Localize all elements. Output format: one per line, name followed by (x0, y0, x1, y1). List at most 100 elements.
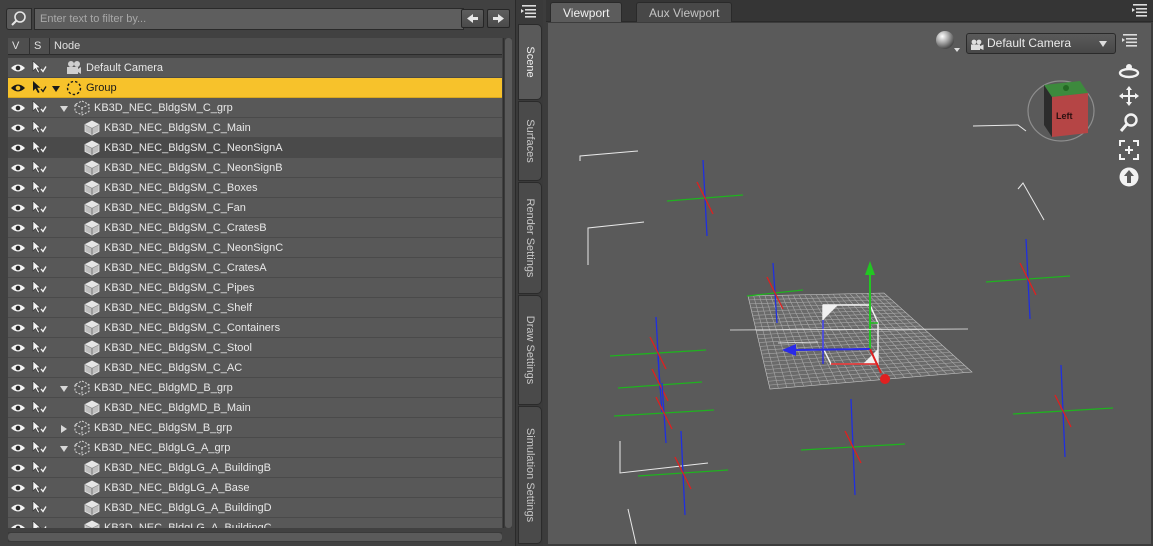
select-arrow-icon[interactable] (31, 140, 47, 154)
tree-row[interactable]: KB3D_NEC_BldgSM_C_Pipes (8, 278, 502, 298)
expand-arrow-icon[interactable] (60, 384, 68, 392)
sphere-icon[interactable] (934, 29, 962, 57)
select-arrow-icon[interactable] (31, 80, 47, 94)
zoom-icon[interactable] (1118, 112, 1140, 134)
pane-menu-icon[interactable] (1122, 33, 1138, 47)
collapse-arrow-icon[interactable] (60, 424, 68, 433)
eye-icon[interactable] (10, 483, 26, 493)
select-arrow-icon[interactable] (31, 200, 47, 214)
vertical-scrollbar[interactable] (503, 38, 512, 528)
tab-render-settings[interactable]: Render Settings (518, 182, 542, 294)
filter-input[interactable] (34, 8, 464, 30)
eye-icon[interactable] (10, 203, 26, 213)
expand-arrow-icon[interactable] (52, 84, 60, 92)
tree-row[interactable]: KB3D_NEC_BldgSM_C_NeonSignB (8, 158, 502, 178)
pan-icon[interactable] (1118, 85, 1140, 107)
select-arrow-icon[interactable] (31, 240, 47, 254)
tab-viewport[interactable]: Viewport (550, 2, 623, 22)
tab-simulation-settings[interactable]: Simulation Settings (518, 406, 542, 544)
select-arrow-icon[interactable] (31, 360, 47, 374)
tree-row[interactable]: KB3D_NEC_BldgLG_A_BuildingD (8, 498, 502, 518)
scrollbar-thumb[interactable] (8, 533, 502, 541)
select-arrow-icon[interactable] (31, 380, 47, 394)
reset-icon[interactable] (1118, 166, 1140, 188)
eye-icon[interactable] (10, 383, 26, 393)
eye-icon[interactable] (10, 343, 26, 353)
eye-icon[interactable] (10, 303, 26, 313)
expand-arrow-icon[interactable] (60, 104, 68, 112)
eye-icon[interactable] (10, 143, 26, 153)
tree-row[interactable]: KB3D_NEC_BldgSM_C_NeonSignA (8, 138, 502, 158)
select-arrow-icon[interactable] (31, 220, 47, 234)
viewport-canvas[interactable]: Default Camera Left (548, 23, 1151, 544)
column-node[interactable]: Node (50, 38, 502, 55)
tree-row[interactable]: KB3D_NEC_BldgSM_C_AC (8, 358, 502, 378)
eye-icon[interactable] (10, 63, 26, 73)
view-cube[interactable]: Left (1026, 71, 1096, 151)
tree-row[interactable]: KB3D_NEC_BldgSM_C_Fan (8, 198, 502, 218)
eye-icon[interactable] (10, 123, 26, 133)
tree-row[interactable]: KB3D_NEC_BldgSM_C_CratesB (8, 218, 502, 238)
eye-icon[interactable] (10, 163, 26, 173)
select-arrow-icon[interactable] (31, 420, 47, 434)
tree-row[interactable]: KB3D_NEC_BldgSM_C_CratesA (8, 258, 502, 278)
camera-select[interactable]: Default Camera (966, 33, 1116, 54)
tab-aux-viewport[interactable]: Aux Viewport (636, 2, 733, 22)
select-arrow-icon[interactable] (31, 180, 47, 194)
column-visible[interactable]: V (8, 38, 30, 55)
eye-icon[interactable] (10, 103, 26, 113)
pane-menu-icon[interactable] (1132, 3, 1148, 17)
expand-arrow-icon[interactable] (60, 444, 68, 452)
tree-row[interactable]: KB3D_NEC_BldgLG_A_Base (8, 478, 502, 498)
tab-draw-settings[interactable]: Draw Settings (518, 295, 542, 405)
select-arrow-icon[interactable] (31, 120, 47, 134)
tree-row[interactable]: KB3D_NEC_BldgSM_C_Containers (8, 318, 502, 338)
select-arrow-icon[interactable] (31, 260, 47, 274)
arrow-left-icon[interactable] (461, 9, 484, 28)
select-arrow-icon[interactable] (31, 500, 47, 514)
select-arrow-icon[interactable] (31, 400, 47, 414)
select-arrow-icon[interactable] (31, 320, 47, 334)
eye-icon[interactable] (10, 443, 26, 453)
eye-icon[interactable] (10, 423, 26, 433)
horizontal-scrollbar[interactable] (8, 532, 502, 542)
search-icon[interactable] (6, 8, 32, 30)
eye-icon[interactable] (10, 263, 26, 273)
select-arrow-icon[interactable] (31, 280, 47, 294)
tree-row[interactable]: Default Camera (8, 58, 502, 78)
tree-row[interactable]: KB3D_NEC_BldgSM_C_Boxes (8, 178, 502, 198)
eye-icon[interactable] (10, 223, 26, 233)
tree-row[interactable]: KB3D_NEC_BldgLG_A_grp (8, 438, 502, 458)
eye-icon[interactable] (10, 283, 26, 293)
tab-surfaces[interactable]: Surfaces (518, 101, 542, 181)
orbit-icon[interactable] (1118, 60, 1140, 82)
select-arrow-icon[interactable] (31, 460, 47, 474)
tree-row[interactable]: KB3D_NEC_BldgSM_C_Shelf (8, 298, 502, 318)
select-arrow-icon[interactable] (31, 520, 47, 528)
tree-row[interactable]: KB3D_NEC_BldgSM_C_NeonSignC (8, 238, 502, 258)
eye-icon[interactable] (10, 183, 26, 193)
select-arrow-icon[interactable] (31, 160, 47, 174)
select-arrow-icon[interactable] (31, 100, 47, 114)
eye-icon[interactable] (10, 463, 26, 473)
tree-row[interactable]: KB3D_NEC_BldgSM_C_Stool (8, 338, 502, 358)
tree-row[interactable]: KB3D_NEC_BldgLG_A_BuildingC (8, 518, 502, 528)
frame-icon[interactable] (1118, 139, 1140, 161)
select-arrow-icon[interactable] (31, 300, 47, 314)
eye-icon[interactable] (10, 403, 26, 413)
eye-icon[interactable] (10, 243, 26, 253)
select-arrow-icon[interactable] (31, 340, 47, 354)
tree-row[interactable]: KB3D_NEC_BldgSM_B_grp (8, 418, 502, 438)
tree-row[interactable]: KB3D_NEC_BldgMD_B_grp (8, 378, 502, 398)
eye-icon[interactable] (10, 503, 26, 513)
eye-icon[interactable] (10, 83, 26, 93)
select-arrow-icon[interactable] (31, 60, 47, 74)
pane-menu-icon[interactable] (521, 4, 537, 18)
tree-row[interactable]: KB3D_NEC_BldgSM_C_Main (8, 118, 502, 138)
column-selectable[interactable]: S (30, 38, 50, 55)
eye-icon[interactable] (10, 323, 26, 333)
tree-row[interactable]: KB3D_NEC_BldgLG_A_BuildingB (8, 458, 502, 478)
tree-row[interactable]: KB3D_NEC_BldgSM_C_grp (8, 98, 502, 118)
scrollbar-thumb[interactable] (505, 38, 512, 528)
eye-icon[interactable] (10, 363, 26, 373)
